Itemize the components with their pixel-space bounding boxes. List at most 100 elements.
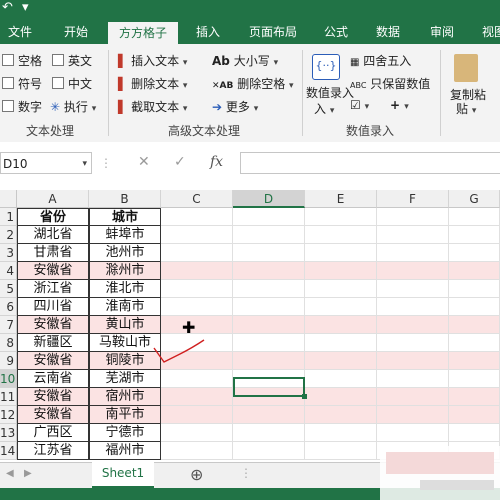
cell-empty[interactable] bbox=[377, 316, 449, 334]
cell-empty[interactable] bbox=[377, 298, 449, 316]
row-header[interactable]: 1 bbox=[0, 208, 17, 226]
cell-province[interactable]: 江苏省 bbox=[17, 442, 89, 460]
cell-empty[interactable] bbox=[305, 406, 377, 424]
cell-province[interactable]: 安徽省 bbox=[17, 352, 89, 370]
cell-city[interactable]: 宿州市 bbox=[89, 388, 161, 406]
cell-empty[interactable] bbox=[449, 244, 500, 262]
cell-empty[interactable] bbox=[233, 208, 305, 226]
cell-empty[interactable] bbox=[233, 406, 305, 424]
value-entry-dropdown[interactable]: 入 ▾ bbox=[314, 100, 334, 117]
cell-empty[interactable] bbox=[377, 262, 449, 280]
paste-icon[interactable] bbox=[454, 54, 478, 82]
row-header[interactable]: 2 bbox=[0, 226, 17, 244]
cell-empty[interactable] bbox=[233, 262, 305, 280]
tab-splitter-icon[interactable]: ⋮ bbox=[240, 466, 252, 480]
cell-empty[interactable] bbox=[305, 424, 377, 442]
row-header[interactable]: 7 bbox=[0, 316, 17, 334]
cell-city[interactable]: 滁州市 bbox=[89, 262, 161, 280]
column-header-c[interactable]: C bbox=[161, 190, 233, 208]
scroll-right-icon[interactable]: ▶ bbox=[24, 468, 32, 479]
cell-empty[interactable] bbox=[161, 388, 233, 406]
cell-empty[interactable] bbox=[377, 226, 449, 244]
undo-icon[interactable]: ↶ bbox=[2, 0, 13, 15]
cell-empty[interactable] bbox=[233, 244, 305, 262]
cell-empty[interactable] bbox=[233, 316, 305, 334]
cell-empty[interactable] bbox=[377, 388, 449, 406]
checkbox-number[interactable]: 数字 bbox=[2, 98, 42, 115]
column-header-f[interactable]: F bbox=[377, 190, 449, 208]
scroll-left-icon[interactable]: ◀ bbox=[6, 468, 14, 479]
cell-empty[interactable] bbox=[377, 208, 449, 226]
cell-empty[interactable] bbox=[449, 316, 500, 334]
insert-function-button[interactable]: fx bbox=[210, 154, 223, 170]
tab-home[interactable]: 开始 bbox=[56, 20, 96, 44]
cell-empty[interactable] bbox=[449, 298, 500, 316]
cell-empty[interactable] bbox=[161, 280, 233, 298]
cell-city[interactable]: 淮南市 bbox=[89, 298, 161, 316]
cancel-button[interactable]: ✕ bbox=[138, 154, 150, 170]
cell-empty[interactable] bbox=[233, 298, 305, 316]
cell-province[interactable]: 湖北省 bbox=[17, 226, 89, 244]
cell-empty[interactable] bbox=[377, 334, 449, 352]
cell-province[interactable]: 省份 bbox=[17, 208, 89, 226]
cell-empty[interactable] bbox=[305, 352, 377, 370]
cell-empty[interactable] bbox=[449, 334, 500, 352]
value-entry-label[interactable]: 数值录入 bbox=[306, 84, 354, 101]
row-header[interactable]: 13 bbox=[0, 424, 17, 442]
cell-empty[interactable] bbox=[449, 370, 500, 388]
cell-empty[interactable] bbox=[233, 352, 305, 370]
cell-city[interactable]: 南平市 bbox=[89, 406, 161, 424]
cell-empty[interactable] bbox=[161, 424, 233, 442]
keep-numbers-button[interactable]: ABC 只保留数值 bbox=[350, 75, 430, 92]
cell-empty[interactable] bbox=[377, 406, 449, 424]
cell-empty[interactable] bbox=[161, 442, 233, 460]
cell-province[interactable]: 新疆区 bbox=[17, 334, 89, 352]
cell-city[interactable]: 宁德市 bbox=[89, 424, 161, 442]
cell-empty[interactable] bbox=[449, 262, 500, 280]
select-all-corner[interactable] bbox=[0, 190, 17, 208]
cell-empty[interactable] bbox=[161, 316, 233, 334]
row-header[interactable]: 3 bbox=[0, 244, 17, 262]
checkbox-chinese[interactable]: 中文 bbox=[52, 75, 92, 92]
more-button[interactable]: ➔ 更多 ▾ bbox=[212, 98, 258, 115]
cell-empty[interactable] bbox=[305, 280, 377, 298]
tab-review[interactable]: 审阅 bbox=[424, 20, 460, 44]
cell-province[interactable]: 广西区 bbox=[17, 424, 89, 442]
cell-empty[interactable] bbox=[233, 334, 305, 352]
delete-text-button[interactable]: ▌ 删除文本 ▾ bbox=[118, 75, 187, 92]
case-button[interactable]: Ab 大小写 ▾ bbox=[212, 52, 278, 69]
add-sheet-button[interactable]: ⊕ bbox=[190, 465, 203, 484]
checkbox-symbol[interactable]: 符号 bbox=[2, 75, 42, 92]
cell-empty[interactable] bbox=[161, 208, 233, 226]
cell-province[interactable]: 安徽省 bbox=[17, 406, 89, 424]
cell-empty[interactable] bbox=[305, 244, 377, 262]
cell-empty[interactable] bbox=[377, 370, 449, 388]
execute-button[interactable]: ✳ 执行 ▾ bbox=[50, 98, 96, 115]
value-entry-icon[interactable]: {··} bbox=[312, 54, 340, 80]
tab-page-layout[interactable]: 页面布局 bbox=[242, 20, 304, 44]
cell-empty[interactable] bbox=[449, 226, 500, 244]
cell-empty[interactable] bbox=[233, 424, 305, 442]
cell-empty[interactable] bbox=[449, 280, 500, 298]
edit-dropdown-button[interactable]: ☑ ▾ bbox=[350, 98, 369, 112]
cell-empty[interactable] bbox=[449, 424, 500, 442]
cell-province[interactable]: 浙江省 bbox=[17, 280, 89, 298]
insert-text-button[interactable]: ▌ 插入文本 ▾ bbox=[118, 52, 187, 69]
cell-empty[interactable] bbox=[161, 244, 233, 262]
cell-city[interactable]: 黄山市 bbox=[89, 316, 161, 334]
sheet-tab-sheet1[interactable]: Sheet1 bbox=[92, 462, 154, 488]
cell-empty[interactable] bbox=[449, 406, 500, 424]
tab-file[interactable]: 文件 bbox=[0, 20, 40, 44]
active-cell-d10[interactable] bbox=[233, 377, 305, 397]
row-header[interactable]: 12 bbox=[0, 406, 17, 424]
tab-insert[interactable]: 插入 bbox=[190, 20, 226, 44]
plus-dropdown-button[interactable]: + ▾ bbox=[390, 98, 409, 112]
row-header[interactable]: 11 bbox=[0, 388, 17, 406]
cell-city[interactable]: 淮北市 bbox=[89, 280, 161, 298]
cell-empty[interactable] bbox=[449, 208, 500, 226]
row-header[interactable]: 8 bbox=[0, 334, 17, 352]
cell-empty[interactable] bbox=[305, 262, 377, 280]
cell-empty[interactable] bbox=[377, 424, 449, 442]
cell-city[interactable]: 池州市 bbox=[89, 244, 161, 262]
row-header[interactable]: 9 bbox=[0, 352, 17, 370]
